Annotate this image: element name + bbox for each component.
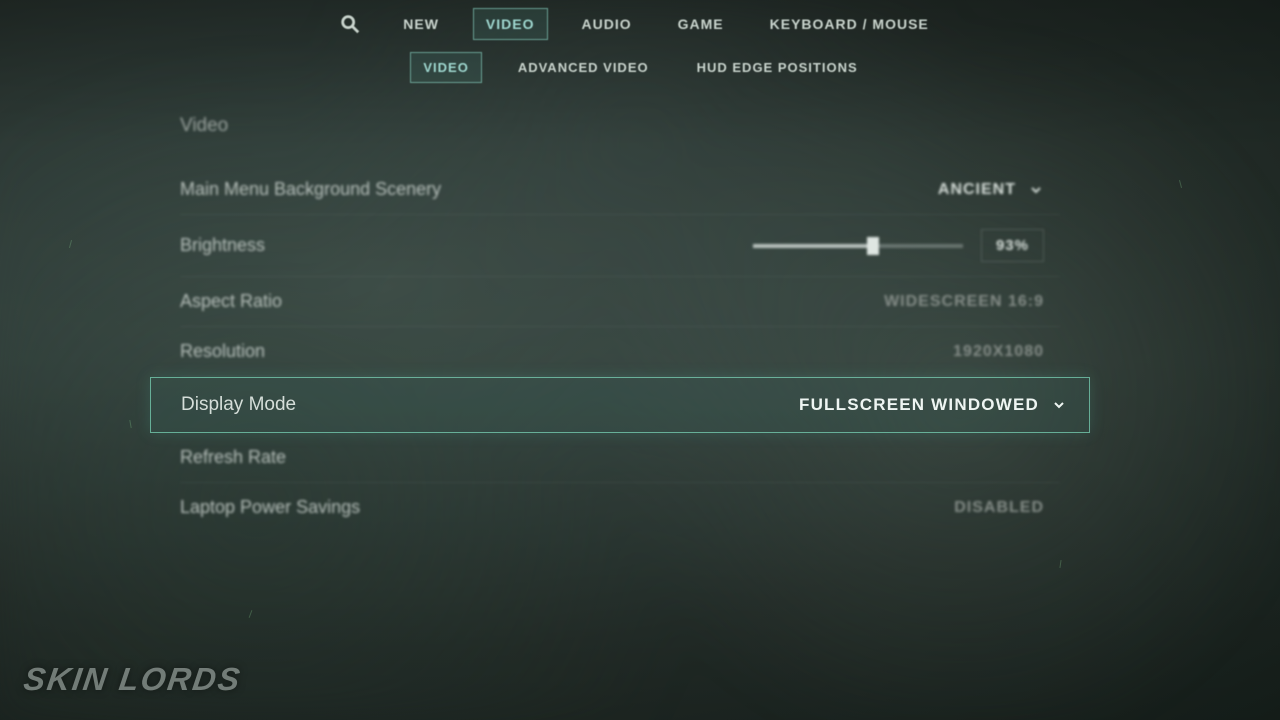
search-icon[interactable]	[339, 13, 361, 35]
row-brightness[interactable]: Brightness 93%	[180, 215, 1060, 277]
row-aspect-ratio[interactable]: Aspect Ratio WIDESCREEN 16:9	[180, 277, 1060, 327]
tab-audio[interactable]: AUDIO	[570, 9, 644, 39]
brightness-value: 93%	[981, 229, 1044, 262]
row-laptop-power[interactable]: Laptop Power Savings DISABLED	[180, 483, 1060, 532]
setting-value[interactable]: FULLSCREEN WINDOWED	[799, 395, 1067, 415]
tab-keyboard-mouse[interactable]: KEYBOARD / MOUSE	[758, 9, 941, 39]
settings-panel: Video Main Menu Background Scenery ANCIE…	[180, 115, 1060, 532]
chevron-down-icon	[1051, 397, 1067, 413]
tab-game[interactable]: GAME	[666, 9, 736, 39]
main-tabs: NEW VIDEO AUDIO GAME KEYBOARD / MOUSE	[0, 8, 1280, 40]
setting-value[interactable]: DISABLED	[954, 499, 1044, 517]
chevron-down-icon	[1028, 182, 1044, 198]
setting-label: Display Mode	[181, 394, 296, 416]
setting-value[interactable]: ANCIENT	[938, 181, 1044, 199]
brightness-slider[interactable]	[753, 244, 963, 248]
tab-new[interactable]: NEW	[391, 9, 451, 39]
setting-label: Laptop Power Savings	[180, 497, 360, 518]
setting-value[interactable]: WIDESCREEN 16:9	[884, 293, 1044, 311]
row-refresh-rate[interactable]: Refresh Rate	[180, 433, 1060, 483]
sub-tabs: VIDEO ADVANCED VIDEO HUD EDGE POSITIONS	[0, 52, 1280, 83]
row-resolution[interactable]: Resolution 1920X1080	[180, 327, 1060, 377]
slider-fill	[753, 244, 873, 248]
subtab-advanced-video[interactable]: ADVANCED VIDEO	[506, 53, 661, 82]
tab-video[interactable]: VIDEO	[473, 8, 548, 40]
setting-label: Aspect Ratio	[180, 291, 282, 312]
setting-label: Brightness	[180, 235, 265, 256]
setting-label: Resolution	[180, 341, 265, 362]
brightness-control: 93%	[753, 229, 1044, 262]
slider-thumb[interactable]	[867, 237, 879, 255]
subtab-hud-edge[interactable]: HUD EDGE POSITIONS	[685, 53, 870, 82]
setting-label: Main Menu Background Scenery	[180, 179, 441, 200]
watermark: SKIN LORDS	[21, 661, 244, 698]
setting-value[interactable]: 1920X1080	[953, 343, 1044, 361]
subtab-video[interactable]: VIDEO	[410, 52, 481, 83]
setting-label: Refresh Rate	[180, 447, 286, 468]
row-background-scenery[interactable]: Main Menu Background Scenery ANCIENT	[180, 165, 1060, 215]
section-title: Video	[180, 115, 1060, 137]
row-display-mode[interactable]: Display Mode FULLSCREEN WINDOWED	[150, 377, 1090, 433]
